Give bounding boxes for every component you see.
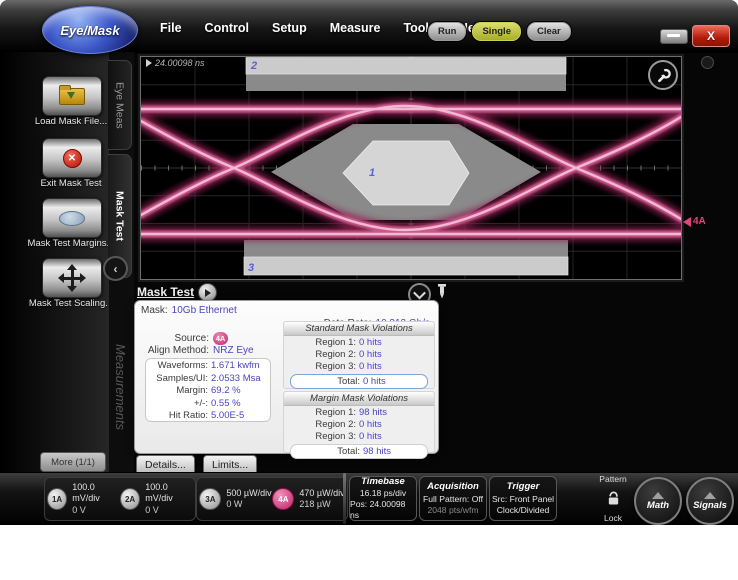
display-setup-wrench-icon[interactable] <box>648 60 678 90</box>
close-button[interactable]: X <box>692 25 730 47</box>
mask-test-results-panel: Mask: 10Gb Ethernet Data Rate: 10.313 Gb… <box>134 300 439 454</box>
source-channel-badge: 4A <box>213 332 228 345</box>
sidebar: Load Mask File... ✕ Exit Mask Test Mask … <box>0 52 108 472</box>
mask-statistics-box: Waveforms:1.671 kwfm Samples/UI:2.0533 M… <box>145 358 271 422</box>
eye-ellipse-icon <box>59 211 85 226</box>
stat-row: +/-:0.55 % <box>146 398 270 409</box>
minimize-icon <box>667 34 680 37</box>
channel-3a-button[interactable]: 3A 500 µW/div0 W <box>199 488 271 511</box>
position-label: 24.00098 ns <box>155 58 205 68</box>
eye-diagram-plot: 2 1 3 <box>140 56 682 280</box>
panel-title: Mask Test <box>137 285 194 299</box>
standard-mask-violations-group: Standard Mask Violations Region 1:0 hits… <box>283 321 435 389</box>
single-button[interactable]: Single <box>472 22 521 41</box>
collapse-sidebar-icon[interactable]: ‹ <box>103 256 128 281</box>
open-padlock-icon <box>605 490 622 507</box>
menu-setup[interactable]: Setup <box>272 21 307 35</box>
run-button[interactable]: Run <box>428 22 466 41</box>
timebase-panel[interactable]: Timebase 16.18 ps/div Pos: 24.00098 ns <box>349 476 417 521</box>
screenshot-stage: File Control Setup Measure Tools Help Ru… <box>0 0 738 580</box>
exit-mask-test-button[interactable]: ✕ <box>42 138 102 178</box>
margin-total-box: Total:98 hits <box>290 444 428 459</box>
tab-eye-meas[interactable]: Eye Meas <box>108 60 132 150</box>
clear-button[interactable]: Clear <box>527 22 571 41</box>
channel-2a-button[interactable]: 2A 100.0 mV/div0 V <box>120 482 193 516</box>
channel-3a-badge: 3A <box>199 488 221 510</box>
eye-diagram-svg: 2 1 3 <box>141 57 681 279</box>
app-window: File Control Setup Measure Tools Help Ru… <box>0 0 738 525</box>
violation-row: Region 2:0 hits <box>284 419 434 430</box>
stat-row: Waveforms:1.671 kwfm <box>146 360 270 371</box>
stat-row: Hit Ratio:5.00E-5 <box>146 410 270 421</box>
position-marker-icon <box>146 59 152 67</box>
mask-region-3-label: 3 <box>248 262 254 274</box>
mask-region-2-label: 2 <box>250 60 257 72</box>
four-way-arrows-icon <box>59 265 85 291</box>
violation-row: Region 2:0 hits <box>284 349 434 360</box>
up-arrow-icon <box>652 492 664 499</box>
mask-top-margin-region <box>246 74 566 91</box>
channel-group-3-4: 3A 500 µW/div0 W 4A 470 µW/div218 µW <box>196 477 348 521</box>
more-measurements-button[interactable]: More (1/1) <box>40 452 106 472</box>
mask-test-margins-button[interactable] <box>42 198 102 238</box>
channel-4a-level-marker: 4A <box>683 216 706 227</box>
math-button[interactable]: Math <box>634 477 682 525</box>
channel-4a-button[interactable]: 4A 470 µW/div218 µW <box>272 488 344 511</box>
source-row: Source: 4A <box>139 332 228 345</box>
stat-row: Margin:69.2 % <box>146 385 270 396</box>
timebase-position-flag: 24.00098 ns <box>146 58 205 68</box>
stat-row: Samples/UI:2.0533 Msa <box>146 373 270 384</box>
exit-x-icon: ✕ <box>63 149 82 168</box>
load-mask-file-button[interactable] <box>42 76 102 116</box>
channel-group-1-2: 1A 100.0 mV/div0 V 2A 100.0 mV/div0 V <box>44 477 196 521</box>
folder-load-icon <box>59 88 85 105</box>
violation-row: Region 3:0 hits <box>284 361 434 372</box>
mask-bottom-standard-region <box>244 257 568 275</box>
violation-row: Region 1:98 hits <box>284 407 434 418</box>
channel-1a-button[interactable]: 1A 100.0 mV/div0 V <box>47 482 120 516</box>
margin-mask-violations-group: Margin Mask Violations Region 1:98 hits … <box>283 391 435 453</box>
mask-top-standard-region <box>246 58 566 75</box>
mask-bottom-margin-region <box>244 240 568 257</box>
pattern-lock-button[interactable]: Pattern Lock <box>595 474 631 523</box>
channel-2a-badge: 2A <box>120 488 140 510</box>
status-bar-divider <box>343 473 346 524</box>
margin-violations-header: Margin Mask Violations <box>284 392 434 406</box>
mask-region-1-label: 1 <box>369 167 375 179</box>
violation-row: Region 3:0 hits <box>284 431 434 442</box>
panel-pin-icon[interactable] <box>435 283 449 300</box>
run-controls: Run Single Clear <box>428 22 571 41</box>
signals-button[interactable]: Signals <box>686 477 734 525</box>
menu-file[interactable]: File <box>160 21 182 35</box>
app-logo[interactable]: Eye/Mask <box>42 6 138 54</box>
standard-total-box: Total:0 hits <box>290 374 428 389</box>
marker-triangle-icon <box>683 217 691 227</box>
minimize-button[interactable] <box>660 29 688 44</box>
channel-1a-badge: 1A <box>47 488 67 510</box>
mask-test-scaling-button[interactable] <box>42 258 102 298</box>
mask-regions <box>244 58 568 276</box>
menu-control[interactable]: Control <box>205 21 249 35</box>
standard-violations-header: Standard Mask Violations <box>284 322 434 336</box>
acquisition-panel[interactable]: Acquisition Full Pattern: Off 2048 pts/w… <box>419 476 487 521</box>
menu-measure[interactable]: Measure <box>330 21 381 35</box>
trigger-panel[interactable]: Trigger Src: Front Panel Clock/Divided <box>489 476 557 521</box>
scroll-arrow-icon[interactable] <box>701 56 714 69</box>
up-arrow-icon <box>704 492 716 499</box>
violation-row: Region 1:0 hits <box>284 337 434 348</box>
align-method-row: Align Method: NRZ Eye <box>139 345 254 356</box>
measurements-vertical-label: Measurements <box>108 344 133 474</box>
mask-name-row: Mask: 10Gb Ethernet <box>141 305 237 316</box>
channel-4a-badge: 4A <box>272 488 294 510</box>
